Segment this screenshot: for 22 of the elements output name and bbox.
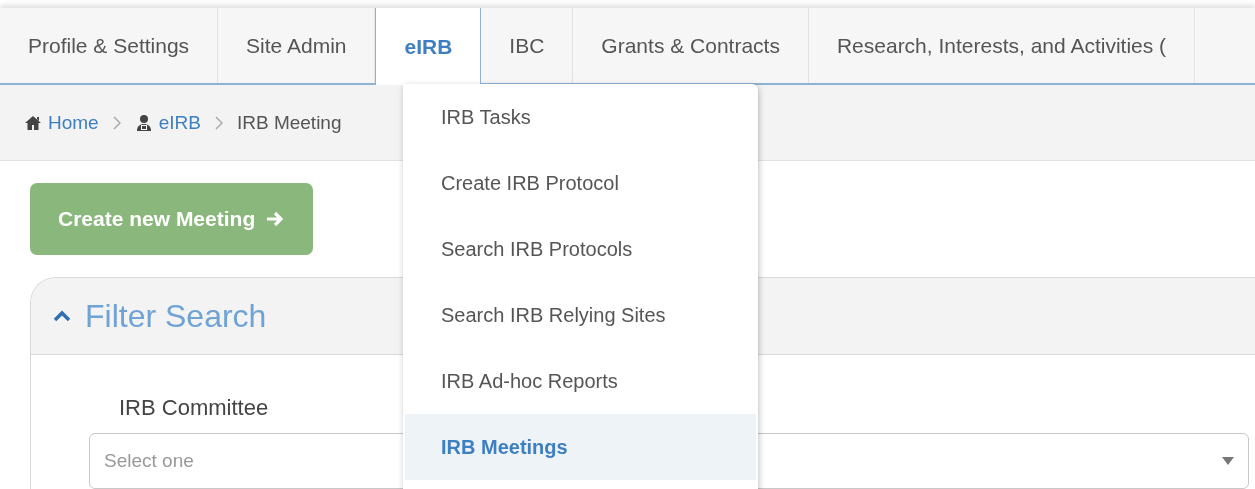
breadcrumb-link[interactable]: eIRB — [158, 111, 201, 134]
nav-tab[interactable]: IBC — [481, 8, 574, 83]
nav-tab[interactable]: Research, Interests, and Activities ( — [808, 8, 1196, 83]
panel-title: Filter Search — [85, 297, 267, 335]
menu-item[interactable]: Search IRB Relying Sites — [405, 282, 756, 348]
nav-tab[interactable]: Profile & Settings — [0, 8, 219, 83]
breadcrumb-link[interactable]: Home — [48, 111, 99, 134]
chevron-right-icon — [214, 115, 223, 130]
menu-item[interactable]: IRB Ad-hoc Reports — [405, 348, 756, 414]
caret-icon — [1222, 457, 1234, 465]
breadcrumb-current: IRB Meeting — [236, 111, 342, 134]
menu-item[interactable]: IRB Meetings — [405, 414, 756, 480]
field-label: IRB Committee — [118, 395, 270, 421]
menu-item[interactable]: Search IRB Protocols — [405, 216, 756, 282]
person-icon — [134, 113, 153, 132]
nav-tab[interactable]: eIRB — [375, 8, 482, 85]
arrow-right-icon — [265, 209, 286, 229]
menu-item[interactable]: Create IRB Protocol — [405, 150, 756, 216]
nav-tab[interactable]: Grants & Contracts — [573, 8, 809, 83]
menu-item[interactable]: IRB Tasks — [405, 84, 756, 150]
chevron-right-icon — [112, 115, 121, 130]
home-icon — [24, 113, 42, 132]
